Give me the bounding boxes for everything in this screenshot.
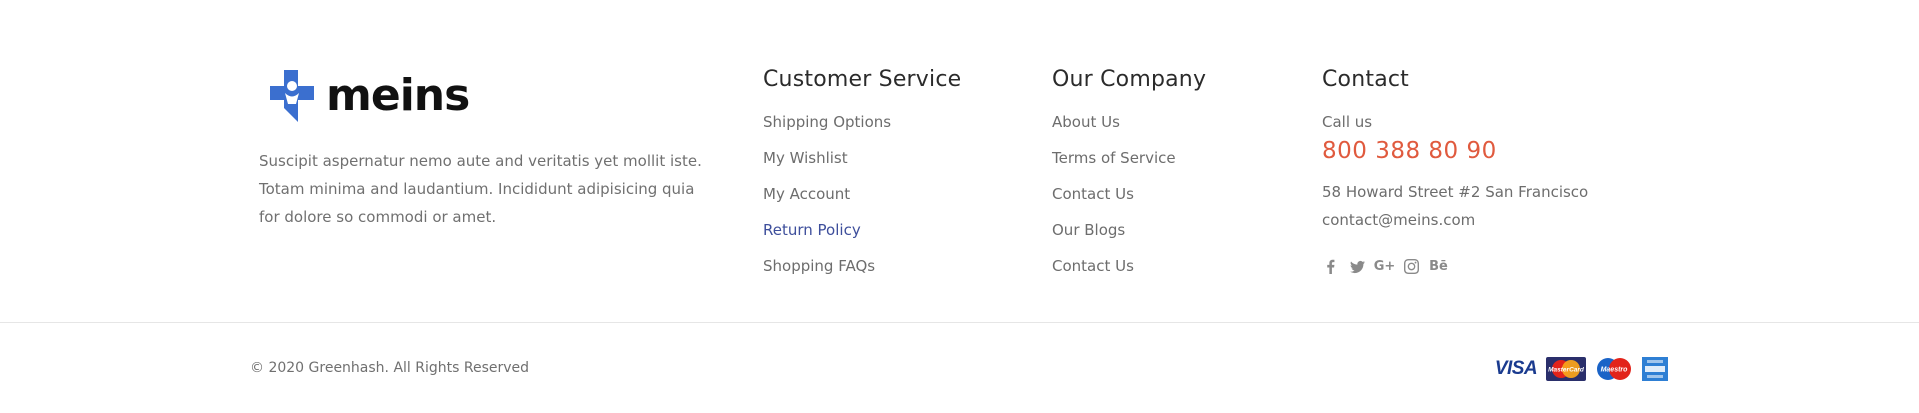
- email-link[interactable]: contact@meins.com: [1322, 206, 1588, 234]
- payment-methods: VISA MasterCard Maestro: [1494, 357, 1668, 381]
- address: 58 Howard Street #2 San Francisco: [1322, 183, 1589, 201]
- logo-mark-icon: [270, 70, 314, 122]
- link-terms-of-service[interactable]: Terms of Service: [1052, 148, 1206, 184]
- social-links: G+ Bē: [1322, 258, 1588, 275]
- footer-divider: [0, 322, 1919, 323]
- our-company-column: Our Company About Us Terms of Service Co…: [1052, 66, 1206, 292]
- footer-top: meins Suscipit aspernatur nemo aute and …: [0, 0, 1919, 322]
- visa-icon: VISA: [1494, 358, 1538, 379]
- link-contact-us-2[interactable]: Contact Us: [1052, 256, 1206, 292]
- link-about-us[interactable]: About Us: [1052, 112, 1206, 148]
- link-contact-us[interactable]: Contact Us: [1052, 184, 1206, 220]
- maestro-icon: Maestro: [1594, 357, 1634, 381]
- google-plus-icon[interactable]: G+: [1374, 258, 1396, 275]
- mastercard-icon: MasterCard: [1546, 357, 1586, 381]
- logo-text: meins: [326, 70, 470, 121]
- contact-column: Contact Call us 800 388 80 90 58 Howard …: [1322, 66, 1588, 275]
- customer-service-title: Customer Service: [763, 67, 962, 92]
- brand-block: meins Suscipit aspernatur nemo aute and …: [259, 66, 709, 231]
- amex-icon: [1642, 357, 1668, 381]
- facebook-icon[interactable]: [1322, 258, 1339, 275]
- link-my-wishlist[interactable]: My Wishlist: [763, 148, 961, 184]
- maestro-label: Maestro: [1601, 367, 1629, 374]
- link-my-account[interactable]: My Account: [763, 184, 961, 220]
- call-label: Call us: [1322, 113, 1373, 131]
- link-our-blogs[interactable]: Our Blogs: [1052, 220, 1206, 256]
- behance-icon[interactable]: Bē: [1429, 258, 1448, 275]
- link-return-policy[interactable]: Return Policy: [763, 220, 961, 256]
- customer-service-column: Customer Service Shipping Options My Wis…: [763, 66, 961, 292]
- contact-title: Contact: [1322, 67, 1409, 92]
- phone-number[interactable]: 800 388 80 90: [1322, 136, 1588, 166]
- logo[interactable]: meins: [268, 66, 709, 126]
- link-shopping-faqs[interactable]: Shopping FAQs: [763, 256, 961, 292]
- instagram-icon[interactable]: [1403, 258, 1420, 275]
- brand-description: Suscipit aspernatur nemo aute and verita…: [259, 152, 702, 226]
- our-company-title: Our Company: [1052, 67, 1207, 92]
- link-shipping-options[interactable]: Shipping Options: [763, 112, 961, 148]
- twitter-icon[interactable]: [1349, 258, 1366, 275]
- mastercard-label: MasterCard: [1548, 367, 1585, 374]
- copyright-text: © 2020 Greenhash. All Rights Reserved: [250, 360, 530, 376]
